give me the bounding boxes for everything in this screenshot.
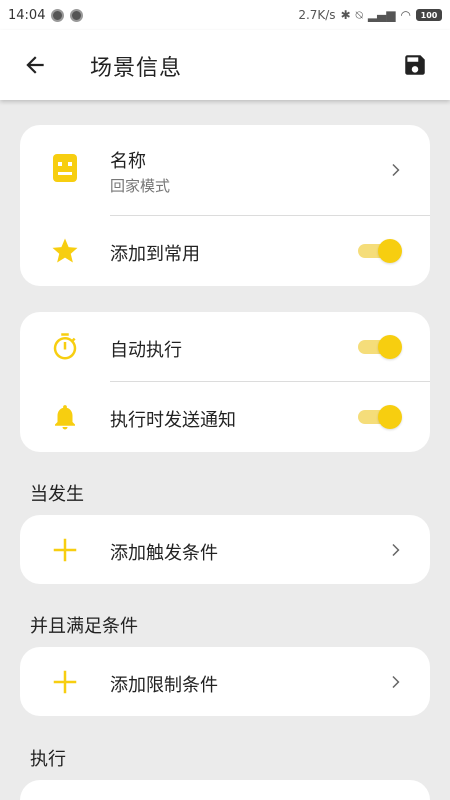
notification-icon xyxy=(51,8,65,22)
wifi-icon: ◠ xyxy=(400,8,411,22)
add-trigger-card[interactable]: 添加触发条件 xyxy=(20,515,430,584)
notify-toggle[interactable] xyxy=(358,405,402,429)
execution-settings-card: 自动执行 执行时发送通知 xyxy=(20,312,430,452)
favorite-label: 添加到常用 xyxy=(110,244,200,265)
add-condition-card[interactable]: 添加限制条件 xyxy=(20,647,430,716)
signal-icon: ▂▄▆ xyxy=(367,8,396,22)
battery-icon: 100 xyxy=(416,9,442,21)
back-button[interactable] xyxy=(22,52,48,78)
name-value: 回家模式 xyxy=(110,177,171,195)
chevron-right-icon xyxy=(392,544,400,556)
auto-exec-label: 自动执行 xyxy=(110,340,182,361)
notify-label: 执行时发送通知 xyxy=(110,410,236,431)
robot-icon xyxy=(53,154,77,182)
favorite-toggle[interactable] xyxy=(358,239,402,263)
favorite-row: 添加到常用 xyxy=(20,216,430,286)
add-trigger-label: 添加触发条件 xyxy=(110,543,218,564)
star-icon xyxy=(52,238,78,263)
network-speed: 2.7K/s xyxy=(298,8,336,22)
status-time: 14:04 xyxy=(8,7,46,23)
auto-exec-toggle[interactable] xyxy=(358,335,402,359)
page-title: 场景信息 xyxy=(90,56,183,81)
mute-icon: ⍉ xyxy=(355,7,363,22)
toggle-knob xyxy=(378,405,402,429)
notification-icon xyxy=(70,8,84,22)
add-condition-label: 添加限制条件 xyxy=(110,675,218,696)
action-card[interactable] xyxy=(20,780,430,800)
auto-exec-row: 自动执行 xyxy=(20,312,430,381)
toggle-knob xyxy=(378,239,402,263)
bell-icon xyxy=(55,405,75,430)
condition-section-title: 并且满足条件 xyxy=(30,616,138,637)
name-row[interactable]: 名称 回家模式 xyxy=(20,125,430,215)
action-section-title: 执行 xyxy=(30,749,66,770)
toggle-knob xyxy=(378,335,402,359)
chevron-right-icon xyxy=(392,676,400,688)
plus-icon xyxy=(53,538,77,562)
arrow-left-icon xyxy=(26,56,44,74)
plus-icon xyxy=(53,670,77,694)
name-label: 名称 xyxy=(110,151,146,172)
scene-info-card: 名称 回家模式 添加到常用 xyxy=(20,125,430,286)
save-button[interactable] xyxy=(402,52,428,78)
bluetooth-icon: ✱ xyxy=(340,8,351,22)
trigger-section-title: 当发生 xyxy=(30,484,84,505)
status-bar: 14:04 2.7K/s ✱ ⍉ ▂▄▆ ◠ 100 xyxy=(0,0,450,30)
app-bar: 场景信息 xyxy=(0,30,450,100)
chevron-right-icon xyxy=(392,164,400,176)
notify-row: 执行时发送通知 xyxy=(20,382,430,452)
save-icon xyxy=(405,55,425,75)
stopwatch-icon xyxy=(53,333,77,360)
